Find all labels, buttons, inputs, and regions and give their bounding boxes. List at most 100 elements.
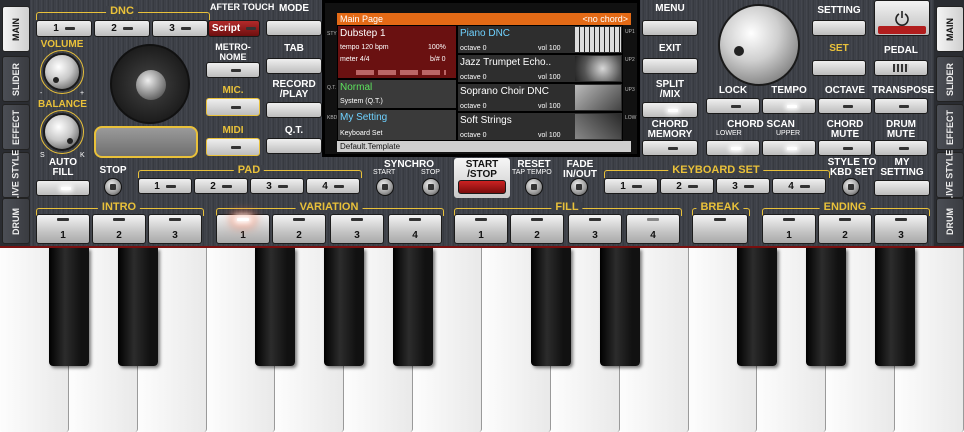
start-stop-label: START /STOP <box>465 159 499 180</box>
exit-button[interactable] <box>642 58 698 74</box>
black-key[interactable] <box>48 248 89 366</box>
pedal-button[interactable] <box>874 60 928 76</box>
variation-button-1[interactable]: 1 <box>216 214 270 244</box>
fill-button-3[interactable]: 3 <box>568 214 622 244</box>
joystick-pad[interactable] <box>110 44 190 124</box>
dnc-button-3[interactable]: 3 <box>152 20 208 37</box>
black-key[interactable] <box>875 248 916 366</box>
mic-button[interactable] <box>206 98 260 116</box>
metronome-button[interactable] <box>206 62 260 78</box>
pad-button-3[interactable]: 3 <box>250 178 304 194</box>
variation-cell[interactable]: Normal System (Q.T.) <box>337 79 457 109</box>
ending-button-1[interactable]: 1 <box>762 214 816 244</box>
pad-button-2[interactable]: 2 <box>194 178 248 194</box>
chord-memory-button[interactable] <box>642 140 698 156</box>
black-key[interactable] <box>117 248 158 366</box>
split-mix-button[interactable] <box>642 102 698 118</box>
octave-button[interactable] <box>818 98 872 114</box>
fill-button-4[interactable]: 4 <box>626 214 680 244</box>
variation-button-3[interactable]: 3 <box>330 214 384 244</box>
black-key[interactable] <box>324 248 365 366</box>
variation-button-2[interactable]: 2 <box>272 214 326 244</box>
side-tab-drum-left[interactable]: DRUM <box>2 198 30 244</box>
side-tab-livestyle-right[interactable]: LIVE STYLE <box>936 149 964 201</box>
side-tab-main-left[interactable]: MAIN <box>2 6 30 52</box>
pad-button-4[interactable]: 4 <box>306 178 360 194</box>
side-tab-slider-right[interactable]: SLIDER <box>936 56 964 102</box>
reset-button[interactable] <box>525 178 543 196</box>
tab-label: TAB <box>284 43 304 54</box>
setting-button[interactable] <box>812 20 866 36</box>
pad-button-1[interactable]: 1 <box>138 178 192 194</box>
black-key[interactable] <box>806 248 847 366</box>
chord-mute-button[interactable] <box>818 140 872 156</box>
touch-pad[interactable] <box>94 126 198 158</box>
set-label: SET <box>829 43 849 54</box>
part-cell-up1[interactable]: Piano DNC octave 0 vol 100 <box>457 25 623 54</box>
tempo-button[interactable] <box>762 98 816 114</box>
joystick-ball[interactable] <box>136 70 166 100</box>
synchro-start-button[interactable] <box>376 178 394 196</box>
exit-label: EXIT <box>658 43 682 54</box>
record-play-button[interactable] <box>266 102 322 118</box>
lock-button[interactable] <box>706 98 760 114</box>
black-key[interactable] <box>393 248 434 366</box>
keyboard-set-button-2[interactable]: 2 <box>660 178 714 194</box>
drum-mute-button[interactable] <box>874 140 928 156</box>
break-button[interactable] <box>692 214 748 244</box>
black-key[interactable] <box>599 248 640 366</box>
style-to-kbd-button[interactable] <box>842 178 860 196</box>
black-key[interactable] <box>737 248 778 366</box>
ending-button-3[interactable]: 3 <box>874 214 928 244</box>
side-tab-effect-left[interactable]: EFFECT <box>2 104 30 150</box>
chord-scan-lower-button[interactable] <box>706 140 760 156</box>
part-cell-low[interactable]: Soft Strings octave 0 vol 100 <box>457 112 623 141</box>
ending-button-2[interactable]: 2 <box>818 214 872 244</box>
intro-button-1[interactable]: 1 <box>36 214 90 244</box>
qt-button[interactable] <box>266 138 322 154</box>
dnc-button-2[interactable]: 2 <box>94 20 150 37</box>
side-tab-slider-left[interactable]: SLIDER <box>2 56 30 102</box>
fade-button[interactable] <box>570 178 588 196</box>
keyboard-set-button-4[interactable]: 4 <box>772 178 826 194</box>
menu-button[interactable] <box>642 20 698 36</box>
midi-button[interactable] <box>206 138 260 156</box>
keyboard-set-button-1[interactable]: 1 <box>604 178 658 194</box>
volume-knob[interactable] <box>43 53 81 91</box>
script-button[interactable]: Script <box>208 20 260 37</box>
mode-button[interactable] <box>266 20 322 36</box>
dnc-button-1[interactable]: 1 <box>36 20 92 37</box>
start-stop-button[interactable] <box>458 180 506 194</box>
black-key[interactable] <box>255 248 296 366</box>
pad-stop-button[interactable] <box>104 178 122 196</box>
setting-cell[interactable]: My Setting Keyboard Set <box>337 109 457 141</box>
auto-fill-button[interactable] <box>36 180 90 196</box>
part-cell-up2[interactable]: Jazz Trumpet Echo.. octave 0 vol 100 <box>457 54 623 83</box>
keyboard-set-button-3[interactable]: 3 <box>716 178 770 194</box>
variation-button-4[interactable]: 4 <box>388 214 442 244</box>
tap-tempo-label: TAP TEMPO <box>512 169 552 176</box>
fill-button-2[interactable]: 2 <box>510 214 564 244</box>
tag-up1: UP1 <box>625 29 635 35</box>
intro-button-2[interactable]: 2 <box>92 214 146 244</box>
data-dial[interactable] <box>718 4 800 86</box>
chord-mute-label: CHORD MUTE <box>826 119 864 140</box>
part-cell-up3[interactable]: Soprano Choir DNC octave 0 vol 100 <box>457 83 623 112</box>
side-tab-livestyle-left[interactable]: LIVE STYLE <box>2 149 30 201</box>
side-tab-main-right[interactable]: MAIN <box>936 6 964 52</box>
balance-knob[interactable] <box>43 113 81 151</box>
fill-button-1[interactable]: 1 <box>454 214 508 244</box>
intro-button-3[interactable]: 3 <box>148 214 202 244</box>
side-label-style: STYLE <box>327 31 343 37</box>
record-play-label: RECORD /PLAY <box>272 79 316 100</box>
chord-scan-upper-button[interactable] <box>762 140 816 156</box>
black-key[interactable] <box>530 248 571 366</box>
my-setting-button[interactable] <box>874 180 930 196</box>
side-tab-drum-right[interactable]: DRUM <box>936 198 964 244</box>
side-tab-effect-right[interactable]: EFFECT <box>936 104 964 150</box>
synchro-stop-button[interactable] <box>422 178 440 196</box>
tab-button[interactable] <box>266 58 322 74</box>
set-button[interactable] <box>812 60 866 76</box>
transpose-button[interactable] <box>874 98 928 114</box>
style-cell[interactable]: Dubstep 1 tempo 120 bpm 100% meter 4/4 b… <box>337 25 457 79</box>
